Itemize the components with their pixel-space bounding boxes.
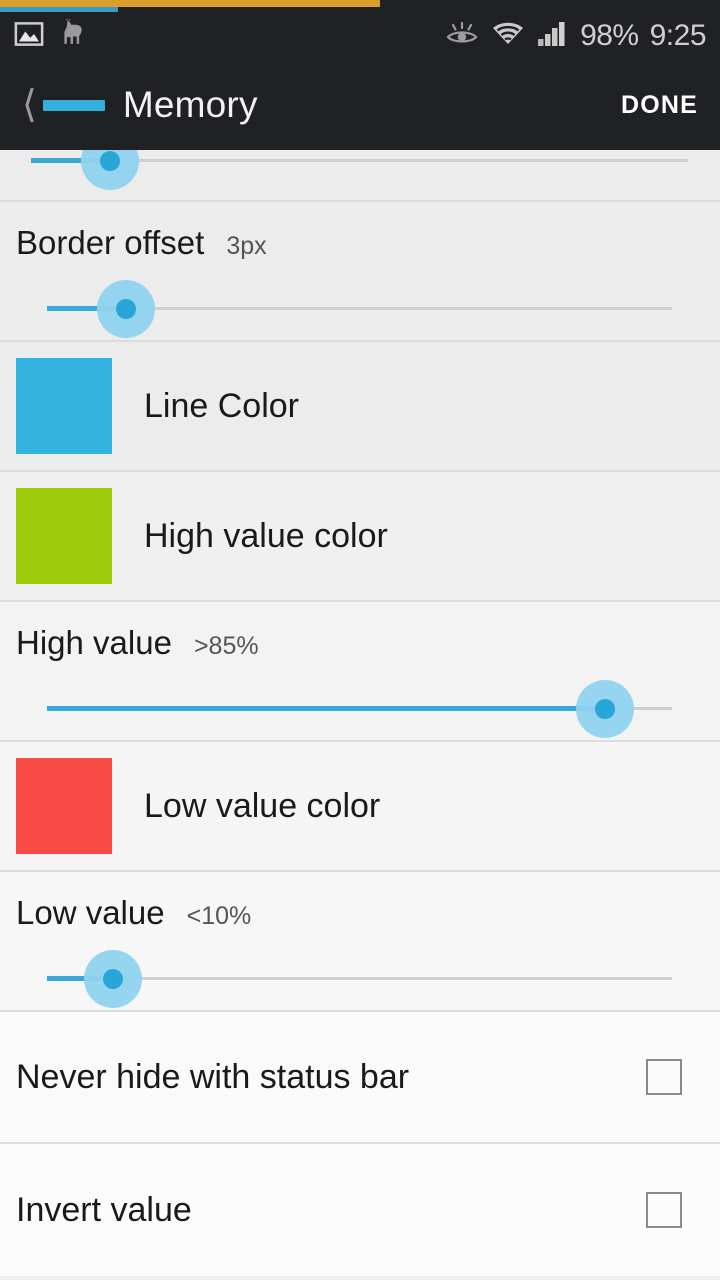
slider-thumb[interactable]: [99, 151, 120, 171]
status-bar-notifications: [0, 17, 88, 55]
settings-list[interactable]: Border offset 3px Line Color High value …: [0, 150, 720, 1280]
llama-icon: [58, 17, 88, 55]
setting-row-border-offset[interactable]: Border offset 3px: [0, 202, 720, 342]
setting-row-high-value-color[interactable]: High value color: [0, 472, 720, 602]
done-button[interactable]: DONE: [621, 91, 698, 120]
image-icon: [14, 19, 44, 54]
checkbox[interactable]: [646, 1059, 682, 1095]
back-chevron-icon[interactable]: ⟨: [22, 86, 37, 124]
setting-label: Invert value: [16, 1190, 192, 1229]
setting-label: High value color: [144, 516, 388, 555]
page-title: Memory: [122, 84, 258, 125]
setting-label: Low value color: [144, 786, 381, 825]
setting-row-low-value-color[interactable]: Low value color: [0, 742, 720, 872]
setting-label: Low value: [16, 894, 165, 931]
setting-label: High value: [16, 624, 172, 661]
color-swatch[interactable]: [16, 488, 112, 584]
setting-value: >85%: [193, 632, 259, 660]
status-bar-system-icons: 98% 9:25: [445, 20, 720, 53]
slider-control[interactable]: [16, 946, 704, 1010]
setting-label: Never hide with status bar: [16, 1057, 410, 1096]
slider-control[interactable]: [16, 276, 704, 340]
orange-progress-strip: [0, 0, 380, 7]
slider-control[interactable]: [0, 150, 720, 192]
slider-fill: [47, 706, 606, 711]
setting-row-low-value[interactable]: Low value <10%: [0, 872, 720, 1012]
slider-thumb[interactable]: [115, 299, 136, 319]
setting-row-high-value[interactable]: High value >85%: [0, 602, 720, 742]
setting-label: Border offset: [16, 224, 205, 261]
slider-control[interactable]: [16, 676, 704, 740]
top-progress-strips: [0, 0, 720, 12]
setting-value: 3px: [226, 232, 267, 260]
checkbox[interactable]: [646, 1192, 682, 1228]
status-bar: 98% 9:25: [0, 12, 720, 60]
line-widget-icon: [42, 99, 105, 111]
clock-label: 9:25: [649, 19, 707, 52]
action-bar: ⟨ Memory DONE: [0, 60, 720, 150]
color-swatch[interactable]: [16, 758, 112, 854]
setting-row-never-hide-with-status-bar[interactable]: Never hide with status bar: [0, 1012, 720, 1144]
wifi-icon: [490, 20, 526, 53]
color-swatch[interactable]: [16, 358, 112, 454]
setting-value: <10%: [186, 902, 252, 930]
slider-thumb[interactable]: [102, 969, 123, 989]
setting-label: Line Color: [144, 386, 299, 425]
slider-thumb[interactable]: [595, 699, 616, 719]
cellular-signal-icon: [537, 20, 569, 53]
partially-scrolled-slider-row[interactable]: [0, 150, 720, 202]
setting-row-invert-value[interactable]: Invert value: [0, 1144, 720, 1276]
battery-percent-label: 98%: [580, 19, 639, 52]
smart-stay-eye-icon: [445, 20, 479, 53]
setting-row-line-color[interactable]: Line Color: [0, 342, 720, 472]
